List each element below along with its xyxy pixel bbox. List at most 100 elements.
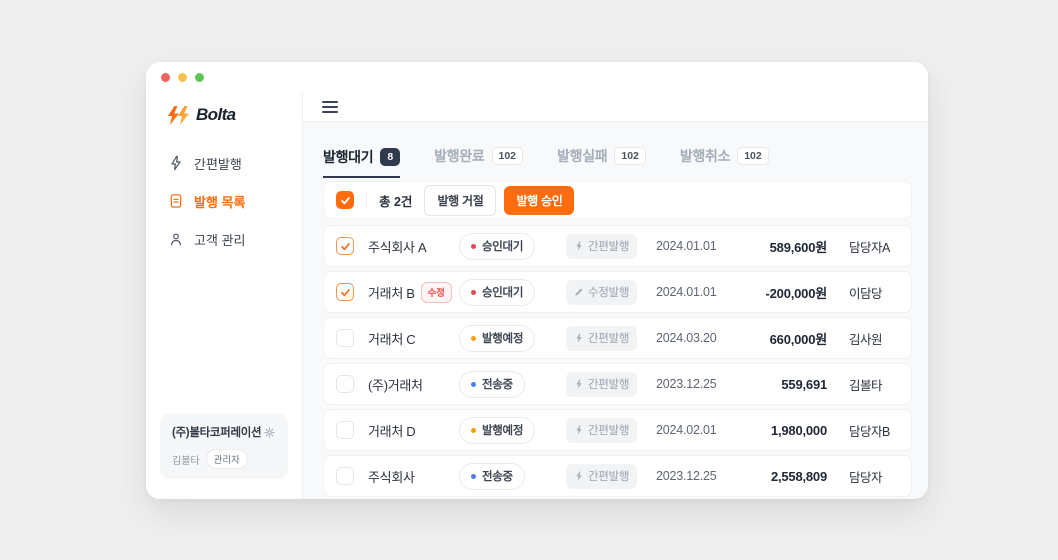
select-all-checkbox[interactable]	[336, 191, 354, 209]
status-cell: 승인대기	[459, 279, 566, 306]
window-titlebar	[146, 62, 928, 92]
client-name: 거래처 D	[368, 421, 459, 440]
table-row[interactable]: 거래처 C 발행예정 간편발행 2024.03.20 660,000원 김사원	[323, 317, 912, 359]
tab-issue-canceled[interactable]: 발행취소 102	[680, 146, 769, 178]
status-badge: 발행예정	[459, 325, 535, 352]
client-name: 주식회사	[368, 467, 459, 486]
issue-type-cell: 간편발행	[566, 234, 656, 259]
status-dot	[471, 336, 476, 341]
issue-date: 2024.01.01	[656, 239, 731, 253]
row-checkbox[interactable]	[336, 283, 354, 301]
divider	[366, 192, 367, 208]
account-card[interactable]: (주)볼타코퍼레이션 김볼타 관리자	[160, 413, 288, 479]
amount: 2,558,809	[731, 469, 827, 484]
manager-name: 이담당	[849, 283, 901, 302]
app-window: Bolta 간편발행 발행 목록 고객 관리 (주)	[146, 62, 928, 499]
status-dot	[471, 428, 476, 433]
main-content: 발행대기 8 발행완료 102 발행실패 102 발행취소 102	[303, 122, 928, 499]
issue-type-badge: 간편발행	[566, 464, 637, 489]
issue-type-cell: 간편발행	[566, 464, 656, 489]
amount: 1,980,000	[731, 423, 827, 438]
manager-name: 김볼타	[849, 375, 901, 394]
status-tabs: 발행대기 8 발행완료 102 발행실패 102 발행취소 102	[323, 140, 912, 178]
tab-issue-complete[interactable]: 발행완료 102	[434, 146, 523, 178]
sidebar: Bolta 간편발행 발행 목록 고객 관리 (주)	[146, 92, 303, 499]
brand-name: Bolta	[196, 105, 236, 125]
status-dot	[471, 382, 476, 387]
row-checkbox[interactable]	[336, 329, 354, 347]
row-checkbox[interactable]	[336, 421, 354, 439]
manager-name: 담당자A	[849, 237, 901, 256]
amount: 559,691	[731, 377, 827, 392]
close-window-button[interactable]	[161, 73, 170, 82]
sidebar-item-customer-management[interactable]: 고객 관리	[160, 224, 288, 254]
table-row[interactable]: (주)거래처 전송중 간편발행 2023.12.25 559,691 김볼타	[323, 363, 912, 405]
main-header	[303, 92, 928, 122]
reject-issue-button[interactable]: 발행 거절	[424, 185, 496, 216]
issue-type-cell: 수정발행	[566, 280, 656, 305]
status-badge: 승인대기	[459, 279, 535, 306]
lightning-icon	[574, 471, 584, 481]
sidebar-item-label: 발행 목록	[194, 192, 245, 211]
lightning-icon	[168, 155, 184, 171]
status-cell: 발행예정	[459, 417, 566, 444]
client-name: 주식회사 A	[368, 237, 459, 256]
sidebar-item-label: 간편발행	[194, 154, 242, 173]
issue-type-badge: 간편발행	[566, 326, 637, 351]
minimize-window-button[interactable]	[178, 73, 187, 82]
issue-type-badge: 간편발행	[566, 234, 637, 259]
tab-label: 발행실패	[557, 146, 607, 166]
client-name: (주)거래처	[368, 375, 459, 394]
lightning-icon	[574, 333, 584, 343]
amount: 660,000원	[731, 329, 827, 348]
table-row[interactable]: 주식회사 A 승인대기 간편발행 2024.01.01 589,600원 담당자…	[323, 225, 912, 267]
row-checkbox[interactable]	[336, 467, 354, 485]
tab-label: 발행취소	[680, 146, 730, 166]
table-row[interactable]: 거래처 B수정 승인대기 수정발행 2024.01.01 -200,000원 이…	[323, 271, 912, 313]
issue-type-cell: 간편발행	[566, 372, 656, 397]
sidebar-item-label: 고객 관리	[194, 230, 245, 249]
tab-label: 발행대기	[323, 147, 373, 167]
status-dot	[471, 474, 476, 479]
hamburger-menu-icon[interactable]	[322, 101, 338, 113]
check-icon	[340, 287, 351, 298]
status-cell: 전송중	[459, 463, 566, 490]
sidebar-item-quick-issue[interactable]: 간편발행	[160, 148, 288, 178]
maximize-window-button[interactable]	[195, 73, 204, 82]
amount: 589,600원	[731, 237, 827, 256]
issue-type-cell: 간편발행	[566, 418, 656, 443]
row-checkbox[interactable]	[336, 237, 354, 255]
tab-count-badge: 102	[737, 147, 769, 165]
edited-badge: 수정	[421, 282, 452, 303]
sidebar-item-issue-list[interactable]: 발행 목록	[160, 186, 288, 216]
amount: -200,000원	[731, 283, 827, 302]
account-company-name: (주)볼타코퍼레이션	[172, 424, 261, 440]
status-dot	[471, 290, 476, 295]
brand-logo[interactable]: Bolta	[160, 104, 288, 126]
tab-count-badge: 8	[380, 148, 400, 166]
row-checkbox[interactable]	[336, 375, 354, 393]
issue-type-cell: 간편발행	[566, 326, 656, 351]
status-cell: 발행예정	[459, 325, 566, 352]
invoice-list: 주식회사 A 승인대기 간편발행 2024.01.01 589,600원 담당자…	[323, 225, 912, 497]
status-badge: 전송중	[459, 371, 525, 398]
table-row[interactable]: 주식회사 전송중 간편발행 2023.12.25 2,558,809 담당자	[323, 455, 912, 497]
status-cell: 승인대기	[459, 233, 566, 260]
issue-date: 2023.12.25	[656, 377, 731, 391]
issue-type-badge: 간편발행	[566, 418, 637, 443]
status-badge: 승인대기	[459, 233, 535, 260]
sidebar-menu: 간편발행 발행 목록 고객 관리	[160, 148, 288, 254]
gear-icon[interactable]	[263, 426, 276, 439]
manager-name: 담당자	[849, 467, 901, 486]
issue-date: 2024.02.01	[656, 423, 731, 437]
table-row[interactable]: 거래처 D 발행예정 간편발행 2024.02.01 1,980,000 담당자…	[323, 409, 912, 451]
status-badge: 전송중	[459, 463, 525, 490]
tab-issue-failed[interactable]: 발행실패 102	[557, 146, 646, 178]
approve-issue-button[interactable]: 발행 승인	[504, 186, 574, 215]
issue-date: 2024.03.20	[656, 331, 731, 345]
selected-total-label: 총 2건	[379, 191, 412, 210]
lightning-icon	[574, 425, 584, 435]
main-panel: 발행대기 8 발행완료 102 발행실패 102 발행취소 102	[303, 92, 928, 499]
selection-toolbar: 총 2건 발행 거절 발행 승인	[323, 181, 912, 219]
tab-issue-pending[interactable]: 발행대기 8	[323, 147, 400, 179]
